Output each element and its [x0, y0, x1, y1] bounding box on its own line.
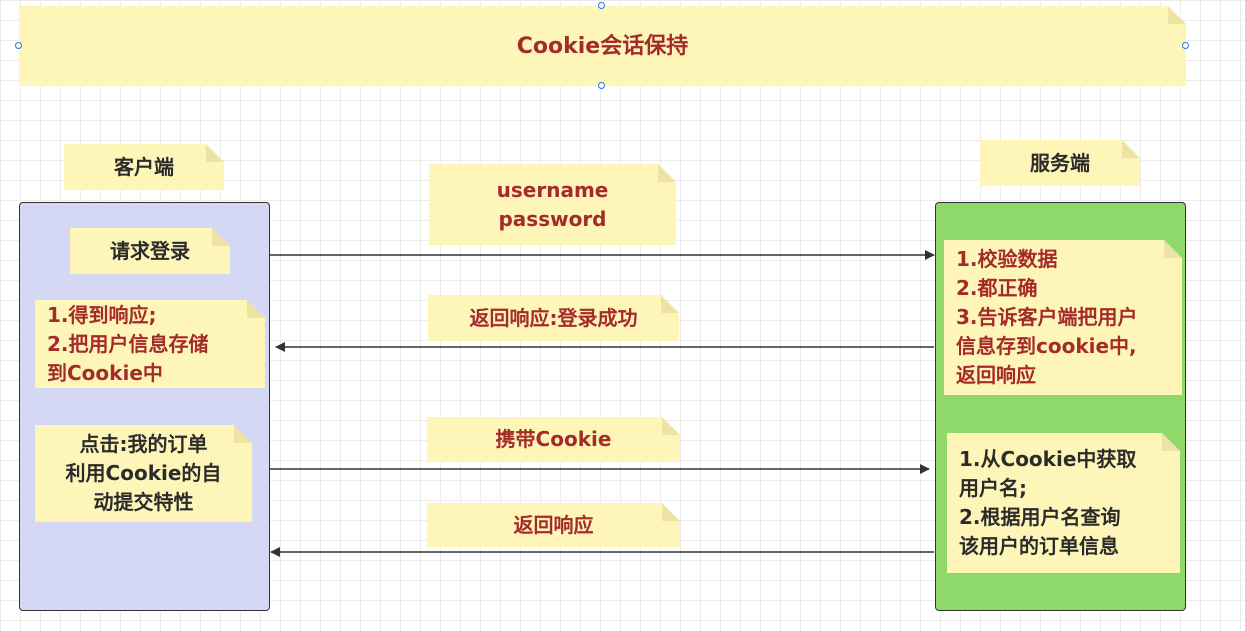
arrows-layer — [270, 250, 935, 557]
